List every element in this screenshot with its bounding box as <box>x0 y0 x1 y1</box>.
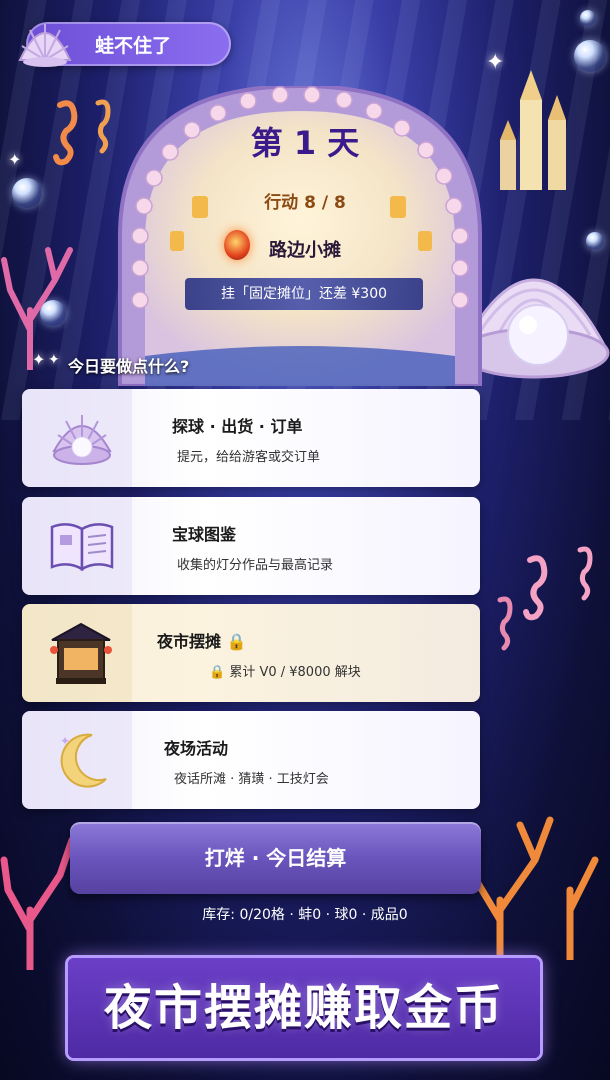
seahorses-right-icon <box>497 546 593 651</box>
menu-item-subtitle: 提元，给给游客或交订单 <box>177 450 321 465</box>
menu-item-pearl-catalog[interactable]: 宝球图鉴 收集的灯分作品与最高记录 <box>22 497 480 595</box>
menu-item-title: 宝球图鉴 <box>172 525 237 544</box>
menu-item-title: 夜场活动 <box>164 739 229 758</box>
pearl-shell-icon <box>52 415 112 465</box>
app-title: 蛙不住了 <box>95 35 172 57</box>
lock-icon: 🔒 <box>226 632 247 651</box>
day-title: 第 1 天 <box>250 124 360 162</box>
menu-item-subtitle: 收集的灯分作品与最高记录 <box>177 558 334 573</box>
shell-icon <box>18 24 72 67</box>
inventory-status: 库存: 0/20格 · 蚌0 · 球0 · 成品0 <box>202 907 408 923</box>
bubble <box>580 10 596 26</box>
upgrade-goal: 挂「固定摊位」还差 ¥300 <box>185 278 423 310</box>
menu-item-night-events[interactable]: ✦ 夜场活动 夜话所滩 · 猜璜 · 工技灯会 <box>22 711 480 809</box>
night-stall-icon <box>50 622 112 684</box>
menu-item-subtitle: 🔒 累计 V0 / ¥8000 解块 <box>209 661 361 680</box>
action-counter: 行动 8 / 8 <box>264 193 346 213</box>
menu-item-title-text: 夜市摆摊 <box>157 632 222 651</box>
stall-name: 路边小摊 <box>269 240 341 261</box>
moon-icon: ✦ <box>60 733 107 788</box>
coral-left-icon <box>1 247 73 370</box>
promo-banner: 夜市摆摊赚取金币 <box>68 958 540 1058</box>
menu-item-dig-ship-order[interactable]: 探球 · 出货 · 订单 提元，给给游客或交订单 <box>22 389 480 487</box>
menu-item-night-market[interactable]: 夜市摆摊 🔒 🔒 累计 V0 / ¥8000 解块 <box>22 604 480 702</box>
menu-item-title: 探球 · 出货 · 订单 <box>172 417 303 436</box>
lock-icon: 🔒 <box>209 665 226 680</box>
svg-text:✦: ✦ <box>60 734 70 748</box>
book-icon <box>50 523 114 572</box>
menu-item-subtitle-text: 累计 V0 / ¥8000 解块 <box>229 665 361 680</box>
menu-section-label: 今日要做点什么? <box>68 357 190 376</box>
menu-item-subtitle: 夜话所滩 · 猜璜 · 工技灯会 <box>174 772 329 787</box>
sparkle-icon: ✦ <box>48 352 60 368</box>
close-and-settle-button[interactable]: 打烊 · 今日结算 <box>70 822 481 894</box>
menu-item-title: 夜市摆摊 🔒 <box>157 628 247 652</box>
